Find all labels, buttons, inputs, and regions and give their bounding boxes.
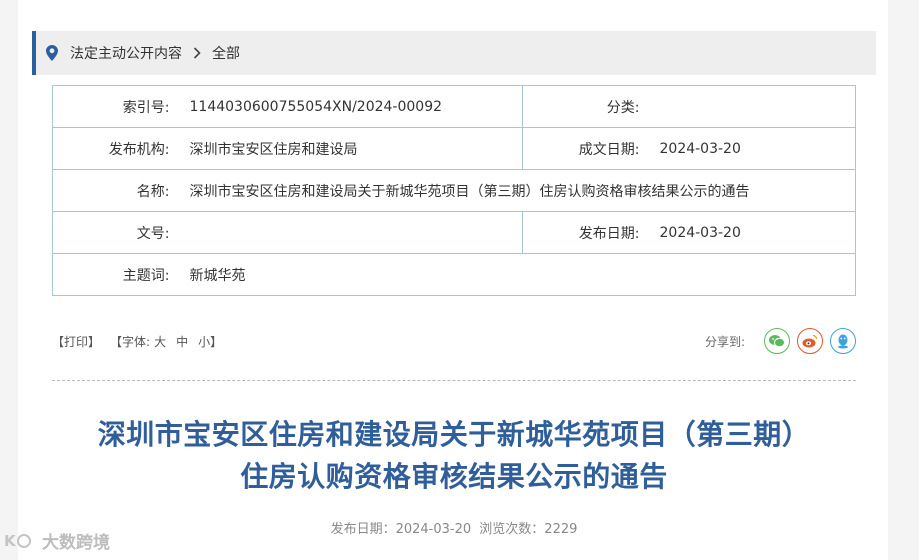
content-page: 法定主动公开内容 全部 索引号: 1144030600755054XN/2024… [18,0,888,560]
font-medium-link[interactable]: 中 [176,333,188,350]
name-value: 深圳市宝安区住房和建设局关于新城华苑项目（第三期）住房认购资格审核结果公示的通告 [175,169,856,212]
written-date-value: 2024-03-20 [645,127,856,170]
article-toolbar: 【打印】 【字体: 大 中 小】 分享到: [52,325,856,357]
watermark-text: 大数跨境 [42,533,110,553]
watermark-logo-icon: K [4,532,31,550]
table-row: 发布机构: 深圳市宝安区住房和建设局 成文日期: 2024-03-20 [52,127,856,170]
article-view-count: 浏览次数：2229 [479,522,578,537]
table-row: 索引号: 1144030600755054XN/2024-00092 分类: [52,85,856,128]
location-pin-icon [46,45,60,61]
index-value: 1144030600755054XN/2024-00092 [175,85,523,128]
table-row: 文号: 发布日期: 2024-03-20 [52,211,856,254]
font-small-link[interactable]: 小】 [198,333,222,350]
article-publish-date: 发布日期：2024-03-20 [330,522,472,537]
qq-share-icon[interactable] [830,328,856,354]
article-info: 发布日期：2024-03-20 浏览次数：2229 [32,518,876,537]
weibo-share-icon[interactable] [797,328,823,354]
share-label: 分享到: [704,334,745,349]
table-row: 主题词: 新城华苑 [52,253,856,296]
publish-date-label: 发布日期: [522,211,646,254]
category-label: 分类: [522,85,646,128]
name-label: 名称: [52,169,176,212]
subject-label: 主题词: [52,253,176,296]
article-title-line1: 深圳市宝安区住房和建设局关于新城华苑项目（第三期） [97,418,811,451]
index-label: 索引号: [52,85,176,128]
document-meta-table: 索引号: 1144030600755054XN/2024-00092 分类: 发… [52,85,856,296]
watermark: K 大数跨境 [4,528,110,554]
svg-text:K: K [4,532,17,550]
issuer-label: 发布机构: [52,127,176,170]
issuer-value: 深圳市宝安区住房和建设局 [175,127,523,170]
article-title: 深圳市宝安区住房和建设局关于新城华苑项目（第三期） 住房认购资格审核结果公示的通… [32,414,876,498]
print-link[interactable]: 【打印】 [52,333,100,350]
font-size-label: 【字体: [110,334,151,349]
written-date-label: 成文日期: [522,127,646,170]
article-title-line2: 住房认购资格审核结果公示的通告 [240,460,668,493]
font-large-link[interactable]: 大 [154,333,166,350]
breadcrumb-item-all[interactable]: 全部 [212,43,240,63]
publish-date-value: 2024-03-20 [645,211,856,254]
chevron-right-icon [193,47,201,59]
doc-number-label: 文号: [52,211,176,254]
divider [52,380,856,381]
breadcrumb: 法定主动公开内容 全部 [32,31,876,75]
table-row: 名称: 深圳市宝安区住房和建设局关于新城华苑项目（第三期）住房认购资格审核结果公… [52,169,856,212]
wechat-share-icon[interactable] [764,328,790,354]
category-value [645,85,856,128]
doc-number-value [175,211,523,254]
breadcrumb-item-public-content[interactable]: 法定主动公开内容 [70,43,182,63]
subject-value: 新城华苑 [175,253,856,296]
